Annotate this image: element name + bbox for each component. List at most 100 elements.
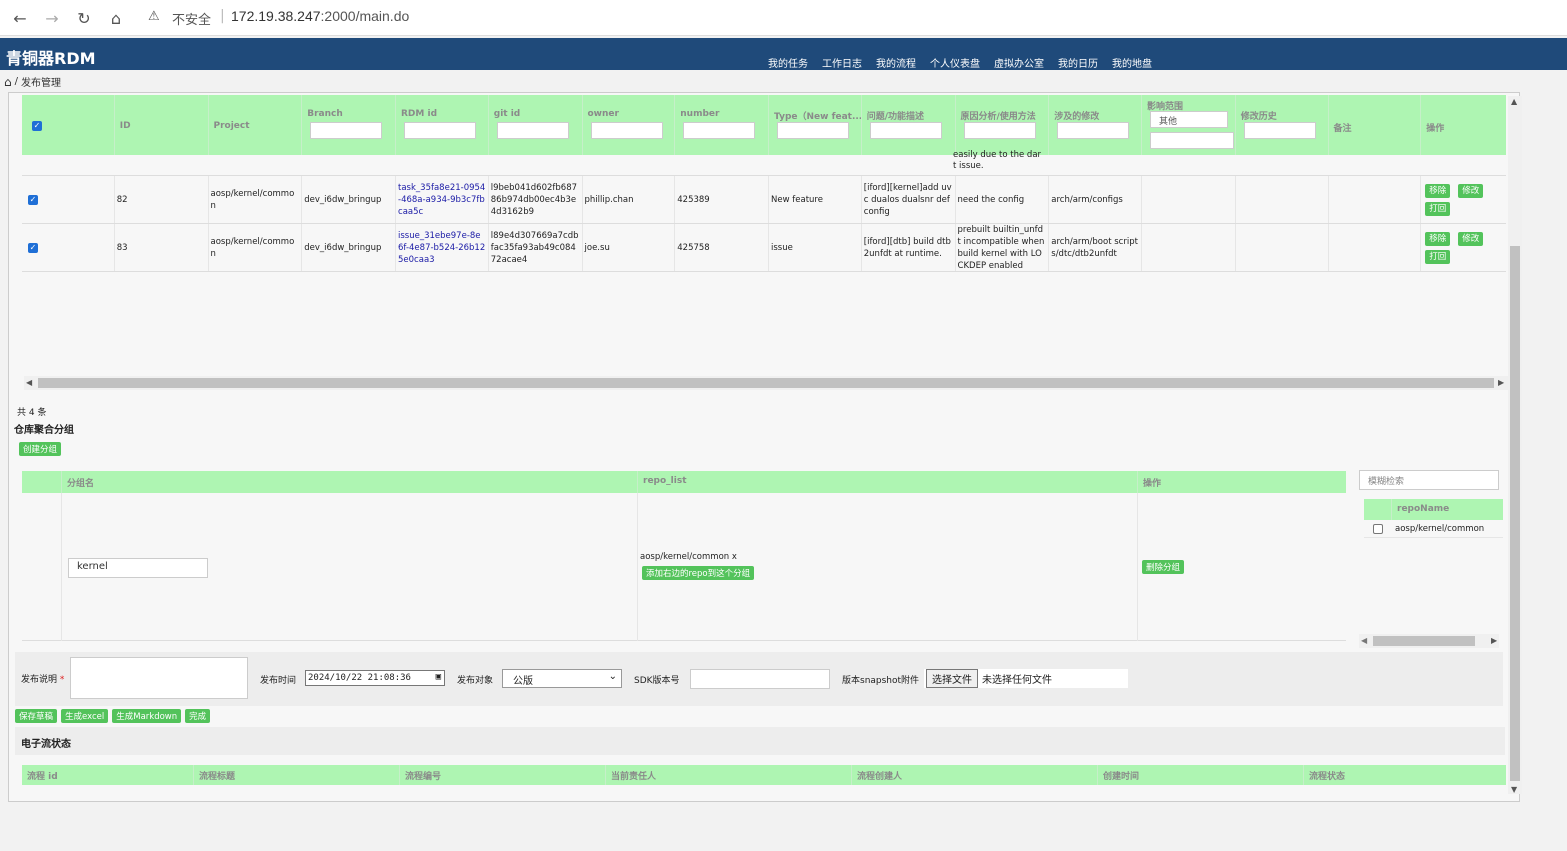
address-bar[interactable]: 172.19.38.247:2000/main.do <box>231 8 409 24</box>
edit-button[interactable]: 修改 <box>1458 183 1484 198</box>
forward-arrow-icon[interactable]: → <box>40 6 64 30</box>
reason-filter-input[interactable] <box>963 122 1036 139</box>
generate-markdown-button[interactable]: 生成Markdown <box>112 709 182 723</box>
row-checkbox[interactable]: ✓ <box>28 242 38 253</box>
section-title: 仓库聚合分组 <box>14 425 74 436</box>
branch-filter-input[interactable] <box>310 122 383 139</box>
snapshot-label: 版本snapshot附件 <box>842 676 920 686</box>
desc-filter-input[interactable] <box>869 122 942 139</box>
scroll-left-icon[interactable]: ◀ <box>1361 636 1367 645</box>
calendar-icon[interactable]: ▣ <box>436 672 441 682</box>
scroll-down-icon[interactable]: ▼ <box>1511 785 1517 794</box>
impact-filter-input[interactable] <box>1150 132 1234 149</box>
cell-impact <box>1142 176 1236 223</box>
repo-row: aosp/kernel/common <box>1364 520 1503 538</box>
history-filter-input[interactable] <box>1243 122 1316 139</box>
generate-excel-button[interactable]: 生成excel <box>61 709 109 723</box>
git-id-filter-input[interactable] <box>496 122 569 139</box>
header-desc-label: 问题/功能描述 <box>866 112 925 122</box>
number-filter-input[interactable] <box>683 122 756 139</box>
cell-actions: 移除 修改 打回 <box>1421 224 1506 271</box>
cell-impact <box>1142 224 1236 271</box>
release-time-input[interactable]: 2024/10/22 21:08:36 ▣ <box>305 670 445 686</box>
group-table-header: 分组名 repo_list 操作 <box>22 471 1346 493</box>
group-name-input[interactable]: kernel <box>68 558 208 578</box>
cell-reason: need the config <box>956 176 1050 223</box>
breadcrumb-current[interactable]: 发布管理 <box>21 74 61 89</box>
security-label[interactable]: 不安全 <box>172 9 211 28</box>
impact-filter-select[interactable]: 其他 <box>1150 111 1228 128</box>
flow-status-bar <box>15 727 1505 755</box>
create-group-button[interactable]: 创建分组 <box>19 442 62 456</box>
owner-filter-input[interactable] <box>590 122 663 139</box>
complete-button[interactable]: 完成 <box>185 709 211 723</box>
cell-actions: 移除 修改 打回 <box>1421 176 1506 223</box>
scroll-thumb[interactable] <box>1510 246 1520 781</box>
table-horizontal-scrollbar[interactable] <box>24 376 1508 390</box>
select-all-checkbox[interactable]: ✓ <box>32 121 42 131</box>
cell-project: aosp/kernel/common <box>209 176 303 223</box>
edit-button[interactable]: 修改 <box>1458 231 1484 246</box>
scroll-right-icon[interactable]: ▶ <box>1491 636 1497 645</box>
cell-note <box>1329 176 1422 223</box>
release-desc-textarea[interactable] <box>70 657 248 699</box>
warning-icon[interactable]: ⚠ <box>148 9 160 24</box>
header-rdm-id: RDM id <box>396 95 489 155</box>
repo-checkbox[interactable] <box>1373 523 1383 534</box>
nav-dashboard[interactable]: 个人仪表盘 <box>930 55 980 70</box>
app-title: 青铜器RDM <box>6 49 96 68</box>
scroll-thumb[interactable] <box>38 378 1494 388</box>
choose-file-button[interactable]: 选择文件 <box>926 669 978 688</box>
repo-horizontal-scrollbar[interactable] <box>1359 634 1499 648</box>
home-icon[interactable]: ⌂ <box>4 75 12 89</box>
remove-button[interactable]: 移除 <box>1425 183 1451 198</box>
home-icon[interactable]: ⌂ <box>104 6 128 30</box>
row-checkbox-cell: ✓ <box>22 176 115 223</box>
nav-my-space[interactable]: 我的地盘 <box>1112 55 1152 70</box>
nav-my-flow[interactable]: 我的流程 <box>876 55 916 70</box>
nav-virtual-office[interactable]: 虚拟办公室 <box>994 55 1044 70</box>
target-select[interactable]: 公版 ⌄ <box>502 669 622 688</box>
changes-filter-input[interactable] <box>1057 122 1130 139</box>
cell-desc: [iford][dtb] build dtb2unfdt at runtime. <box>862 224 956 271</box>
reject-button[interactable]: 打回 <box>1425 249 1451 264</box>
row-checkbox[interactable]: ✓ <box>28 194 38 205</box>
cell-rdm-id: task_35fa8e21-0954-468a-a934-9b3c7fbcaa5… <box>396 176 489 223</box>
scroll-right-icon[interactable]: ▶ <box>1498 378 1504 387</box>
header-reason-label: 原因分析/使用方法 <box>960 112 1036 122</box>
back-arrow-icon[interactable]: ← <box>8 6 32 30</box>
header-blank <box>22 471 62 493</box>
chevron-down-icon: ⌄ <box>608 671 617 682</box>
repo-list-item[interactable]: aosp/kernel/common x <box>640 552 737 562</box>
release-table-header: ✓ ID Project Branch RDM id git id owner … <box>22 95 1506 155</box>
delete-group-button[interactable]: 删除分组 <box>1142 560 1185 574</box>
scroll-thumb[interactable] <box>1373 636 1475 646</box>
cell-rdm-id: issue_31ebe97e-8e6f-4e87-b524-26b125e0ca… <box>396 224 489 271</box>
vertical-scrollbar[interactable] <box>1508 96 1522 794</box>
type-filter-input[interactable] <box>777 122 849 139</box>
header-actions: 操作 <box>1426 124 1445 134</box>
repo-table-header: repoName <box>1364 499 1503 520</box>
scroll-up-icon[interactable]: ▲ <box>1511 97 1517 106</box>
reject-button[interactable]: 打回 <box>1425 201 1451 216</box>
sdk-version-input[interactable] <box>690 669 830 689</box>
reload-icon[interactable]: ↻ <box>72 6 96 30</box>
nav-work-log[interactable]: 工作日志 <box>822 55 862 70</box>
repo-search-input[interactable]: 模糊检索 <box>1359 470 1499 490</box>
save-draft-button[interactable]: 保存草稿 <box>15 709 58 723</box>
nav-my-tasks[interactable]: 我的任务 <box>768 55 808 70</box>
target-value: 公版 <box>513 676 533 687</box>
table-row-partial <box>22 155 1506 176</box>
rdm-id-filter-input[interactable] <box>404 122 476 139</box>
header-number-label: number <box>680 109 720 119</box>
cell-id: 82 <box>115 176 209 223</box>
remove-button[interactable]: 移除 <box>1425 231 1451 246</box>
rdm-id-link[interactable]: task_35fa8e21-0954-468a-a934-9b3c7fbcaa5… <box>398 182 486 218</box>
repo-header-name: repoName <box>1397 504 1450 514</box>
group-cell-name: kernel <box>62 493 638 641</box>
nav-calendar[interactable]: 我的日历 <box>1058 55 1098 70</box>
scroll-left-icon[interactable]: ◀ <box>26 378 32 387</box>
add-repo-button[interactable]: 添加右边的repo到这个分组 <box>642 566 755 580</box>
rdm-id-link[interactable]: issue_31ebe97e-8e6f-4e87-b524-26b125e0ca… <box>398 230 486 266</box>
header-changes: 涉及的修改 <box>1049 95 1142 155</box>
